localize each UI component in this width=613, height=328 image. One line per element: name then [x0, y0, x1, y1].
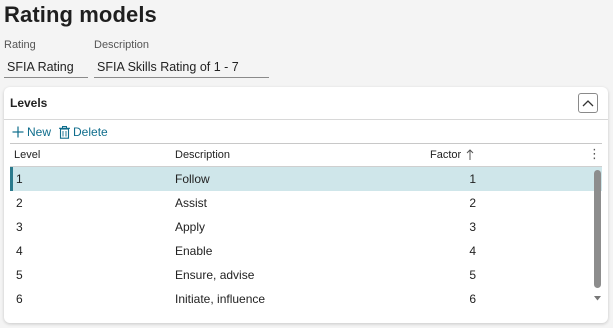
cell-description: Follow [175, 172, 210, 186]
collapse-button[interactable] [578, 93, 598, 113]
grid-scrollbar[interactable] [593, 170, 602, 302]
new-button[interactable]: New [12, 125, 51, 139]
levels-panel: Levels New Delete Level Description Fact… [4, 87, 608, 323]
cell-level: 6 [16, 292, 23, 306]
factor-header-label: Factor [430, 149, 462, 161]
levels-toolbar: New Delete [12, 124, 116, 140]
cell-description: Ensure, advise [175, 268, 255, 282]
page-title: Rating models [4, 2, 157, 27]
more-vertical-icon[interactable]: ⋮ [588, 146, 601, 162]
cell-description: Enable [175, 244, 213, 258]
rating-input[interactable]: SFIA Rating [4, 58, 88, 78]
plus-icon [12, 126, 24, 138]
description-field: Description SFIA Skills Rating of 1 - 7 [94, 39, 269, 78]
cell-level: 3 [16, 220, 23, 234]
grid-rows: 1 Follow 1 2 Assist 2 3 Apply 3 4 Enable… [10, 167, 602, 311]
grid-header: Level Description Factor ⋮ [10, 144, 602, 167]
levels-title: Levels [10, 96, 48, 110]
levels-grid: Level Description Factor ⋮ 1 Follow 1 2 … [10, 143, 602, 318]
column-header-description[interactable]: Description [175, 149, 230, 161]
arrow-up-icon [466, 149, 474, 160]
cell-factor: 5 [469, 268, 476, 282]
cell-factor: 1 [469, 172, 476, 186]
description-label: Description [94, 39, 150, 51]
description-input[interactable]: SFIA Skills Rating of 1 - 7 [94, 58, 269, 78]
selection-indicator [10, 167, 13, 191]
table-row[interactable]: 4 Enable 4 [10, 239, 602, 263]
new-label: New [27, 125, 52, 139]
cell-factor: 4 [469, 244, 476, 258]
trash-icon [59, 125, 71, 139]
column-header-level[interactable]: Level [14, 149, 40, 161]
rating-field: Rating SFIA Rating [4, 39, 88, 78]
cell-level: 4 [16, 244, 23, 258]
scrollbar-thumb[interactable] [594, 170, 601, 288]
cell-description: Initiate, influence [175, 292, 266, 306]
cell-description: Assist [175, 196, 208, 210]
cell-level: 2 [16, 196, 23, 210]
table-row[interactable]: 2 Assist 2 [10, 191, 602, 215]
cell-factor: 2 [469, 196, 476, 210]
scroll-down-icon[interactable] [593, 294, 602, 302]
cell-factor: 3 [469, 220, 476, 234]
table-row[interactable]: 6 Initiate, influence 6 [10, 287, 602, 311]
cell-level: 1 [16, 172, 23, 186]
table-row[interactable]: 5 Ensure, advise 5 [10, 263, 602, 287]
cell-description: Apply [175, 220, 206, 234]
cell-level: 5 [16, 268, 23, 282]
delete-button[interactable]: Delete [59, 125, 108, 139]
table-row[interactable]: 1 Follow 1 [10, 167, 602, 191]
cell-factor: 6 [469, 292, 476, 306]
panel-divider [4, 119, 608, 120]
table-row[interactable]: 3 Apply 3 [10, 215, 602, 239]
column-header-factor[interactable]: Factor [430, 149, 475, 161]
chevron-up-icon [582, 100, 594, 107]
delete-label: Delete [73, 125, 108, 139]
rating-label: Rating [4, 39, 36, 51]
